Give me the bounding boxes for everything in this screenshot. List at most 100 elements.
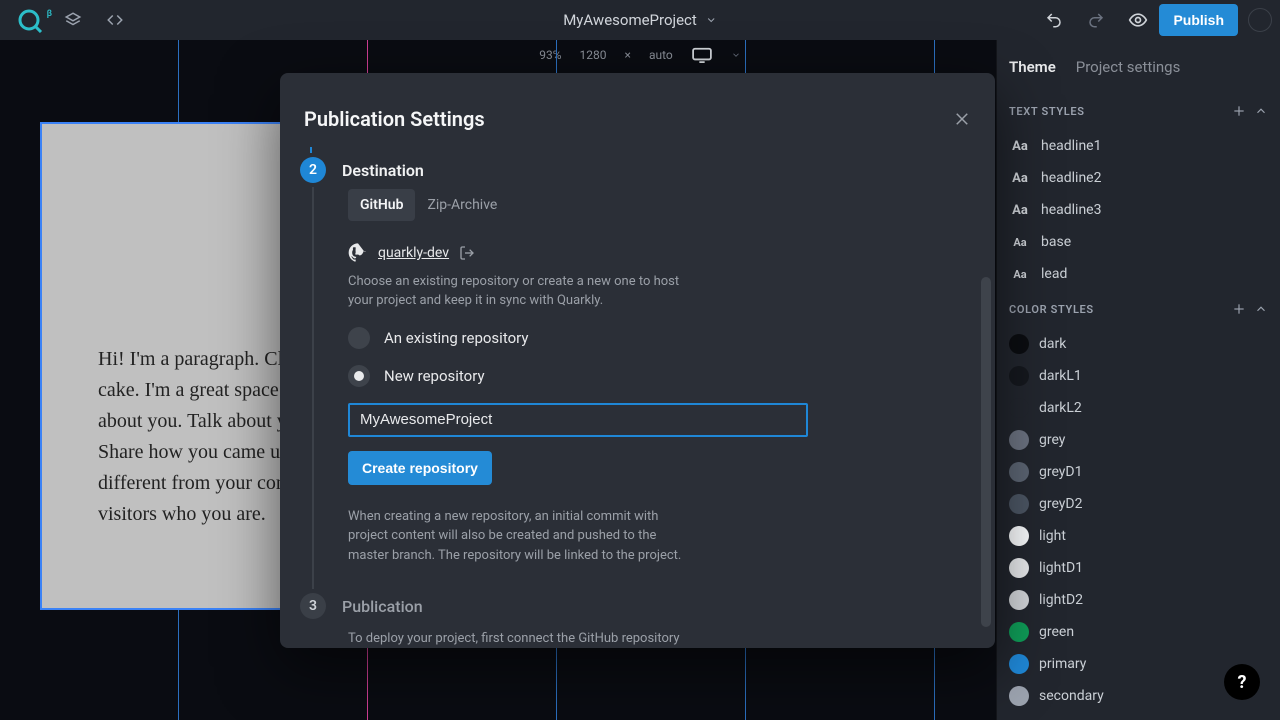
text-style-label: base <box>1041 234 1071 250</box>
project-selector[interactable]: MyAwesomeProject <box>547 0 733 40</box>
text-style-item[interactable]: Aabase <box>997 226 1280 258</box>
color-swatch <box>1009 590 1029 610</box>
undo-icon[interactable] <box>1033 4 1075 36</box>
color-style-item[interactable]: greyD1 <box>997 456 1280 488</box>
publication-settings-modal: Publication Settings 2 Destination GitHu… <box>280 73 995 648</box>
device-icon[interactable] <box>691 47 713 63</box>
text-style-label: lead <box>1041 266 1067 282</box>
text-style-icon: Aa <box>1009 203 1031 218</box>
color-style-label: darkL2 <box>1039 400 1082 416</box>
color-style-item[interactable]: greyD2 <box>997 488 1280 520</box>
collapse-icon[interactable] <box>1254 104 1268 118</box>
publish-button[interactable]: Publish <box>1159 4 1238 36</box>
text-style-icon: Aa <box>1009 139 1031 154</box>
color-style-item[interactable]: dark <box>997 328 1280 360</box>
color-swatch <box>1009 430 1029 450</box>
radio-existing-repo[interactable]: An existing repository <box>348 327 971 349</box>
avatar[interactable] <box>1248 8 1272 32</box>
step-connector <box>312 187 314 589</box>
tab-project-settings[interactable]: Project settings <box>1076 58 1181 76</box>
side-panel: Theme Project settings TEXT STYLES Aahea… <box>996 40 1280 720</box>
color-styles-header: COLOR STYLES <box>1009 303 1094 316</box>
text-style-label: headline1 <box>1041 138 1101 154</box>
color-swatch <box>1009 558 1029 578</box>
github-icon <box>348 243 368 263</box>
preview-icon[interactable] <box>1117 4 1159 36</box>
color-style-item[interactable]: lightD2 <box>997 584 1280 616</box>
color-style-item[interactable]: lightD1 <box>997 552 1280 584</box>
zoom-level[interactable]: 93% <box>539 48 561 62</box>
text-style-icon: Aa <box>1009 268 1031 281</box>
chevron-down-icon <box>705 14 717 26</box>
color-style-label: lightD1 <box>1039 560 1083 576</box>
choose-repo-hint: Choose an existing repository or create … <box>348 273 688 311</box>
layers-icon[interactable] <box>52 4 94 36</box>
step-2-title: Destination <box>342 161 424 180</box>
step-2-badge: 2 <box>300 157 326 183</box>
collapse-icon[interactable] <box>1254 302 1268 316</box>
text-style-item[interactable]: Aa headline3 <box>997 194 1280 226</box>
color-swatch <box>1009 686 1029 706</box>
color-swatch <box>1009 462 1029 482</box>
redo-icon[interactable] <box>1075 4 1117 36</box>
radio-icon <box>348 327 370 349</box>
project-name: MyAwesomeProject <box>563 11 697 29</box>
scrollbar[interactable] <box>981 277 991 627</box>
destination-tab-github[interactable]: GitHub <box>348 189 415 221</box>
chevron-down-icon[interactable] <box>731 50 741 60</box>
repo-name-input[interactable] <box>348 403 808 437</box>
step-connector <box>310 147 312 153</box>
create-repository-button[interactable]: Create repository <box>348 451 492 485</box>
close-icon[interactable] <box>953 110 971 128</box>
color-swatch <box>1009 654 1029 674</box>
color-swatch <box>1009 398 1029 418</box>
publication-hint: To deploy your project, first connect th… <box>280 625 995 646</box>
color-swatch <box>1009 334 1029 354</box>
tab-theme[interactable]: Theme <box>1009 58 1056 76</box>
text-style-icon: Aa <box>1009 236 1031 249</box>
color-style-item[interactable]: darkL2 <box>997 392 1280 424</box>
color-style-item[interactable]: grey <box>997 424 1280 456</box>
beta-badge: β <box>47 9 52 19</box>
color-style-label: grey <box>1039 432 1065 448</box>
step-3-title: Publication <box>342 597 423 616</box>
app-logo[interactable]: β <box>8 7 52 33</box>
add-color-style-icon[interactable] <box>1232 302 1246 316</box>
color-style-label: greyD2 <box>1039 496 1083 512</box>
modal-title: Publication Settings <box>304 107 485 131</box>
viewport-width[interactable]: 1280 <box>580 48 607 62</box>
color-style-label: lightD2 <box>1039 592 1083 608</box>
color-swatch <box>1009 494 1029 514</box>
color-style-label: primary <box>1039 656 1086 672</box>
color-swatch <box>1009 526 1029 546</box>
color-style-label: darkL1 <box>1039 368 1082 384</box>
github-username[interactable]: quarkly-dev <box>378 245 449 261</box>
code-icon[interactable] <box>94 4 136 36</box>
radio-new-repo[interactable]: New repository <box>348 365 971 387</box>
help-button[interactable]: ? <box>1224 664 1260 700</box>
text-styles-header: TEXT STYLES <box>1009 105 1085 118</box>
radio-icon <box>348 365 370 387</box>
color-swatch <box>1009 366 1029 386</box>
text-style-label: headline3 <box>1041 202 1101 218</box>
color-style-item[interactable]: darkL1 <box>997 360 1280 392</box>
destination-tab-zip[interactable]: Zip-Archive <box>415 189 509 221</box>
color-swatch <box>1009 622 1029 642</box>
color-style-item[interactable]: green <box>997 616 1280 648</box>
color-style-label: green <box>1039 624 1074 640</box>
logout-icon[interactable] <box>459 245 475 261</box>
color-style-label: dark <box>1039 336 1066 352</box>
color-style-label: secondary <box>1039 688 1104 704</box>
text-style-label: headline2 <box>1041 170 1101 186</box>
viewport-height[interactable]: auto <box>649 48 673 62</box>
step-3-badge: 3 <box>300 593 326 619</box>
color-style-label: greyD1 <box>1039 464 1083 480</box>
text-style-item[interactable]: Aalead <box>997 258 1280 290</box>
text-style-item[interactable]: Aa headline2 <box>997 162 1280 194</box>
color-style-label: light <box>1039 528 1066 544</box>
create-repo-hint: When creating a new repository, an initi… <box>348 507 688 566</box>
text-style-item[interactable]: Aa headline1 <box>997 130 1280 162</box>
add-text-style-icon[interactable] <box>1232 104 1246 118</box>
color-style-item[interactable]: light <box>997 520 1280 552</box>
text-style-icon: Aa <box>1009 171 1031 186</box>
